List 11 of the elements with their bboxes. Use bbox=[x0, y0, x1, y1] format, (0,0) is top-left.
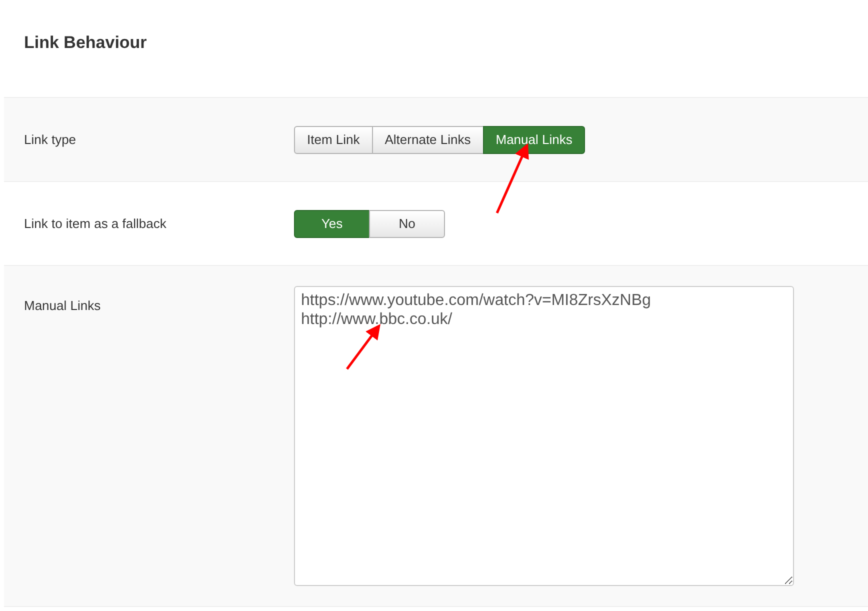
toggle-button[interactable]: Manual Links bbox=[482, 126, 586, 154]
toggle-button[interactable]: Yes bbox=[294, 210, 370, 238]
toggle-button[interactable]: Alternate Links bbox=[372, 126, 484, 154]
toggle-button[interactable]: Item Link bbox=[294, 126, 373, 154]
toggle-button[interactable]: No bbox=[369, 210, 445, 238]
links-textarea[interactable]: https://www.youtube.com/watch?v=MI8ZrsXzNBg http://www.bbc.co.uk/ bbox=[294, 286, 794, 586]
field-label: Link type bbox=[24, 132, 78, 147]
annotation-arrow bbox=[496, 143, 529, 214]
field-label: Link to item as a fallback bbox=[24, 216, 168, 231]
section-title: Link Behaviour bbox=[23, 32, 148, 54]
field-label: Manual Links bbox=[24, 298, 102, 313]
